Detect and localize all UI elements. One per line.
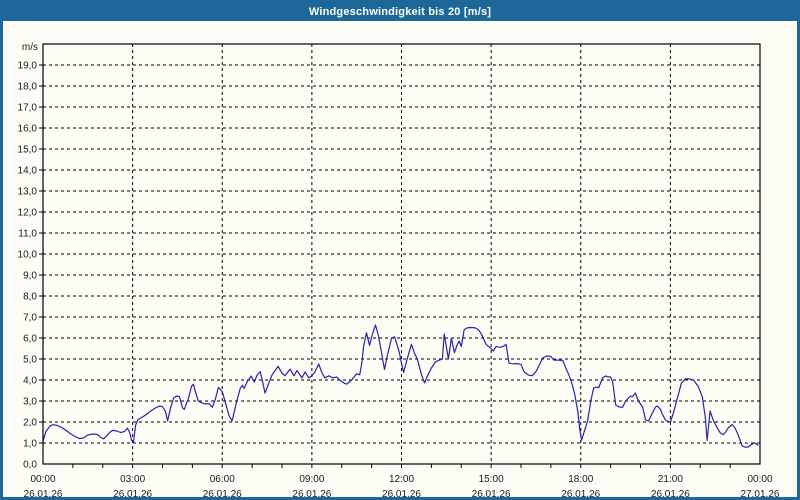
x-tick-date-label: 26.01.26 bbox=[561, 489, 600, 500]
x-tick-date-label: 26.01.26 bbox=[203, 489, 242, 500]
x-tick-time-label: 06:00 bbox=[210, 474, 235, 485]
y-tick-label: 7,0 bbox=[23, 313, 37, 324]
y-tick-label: 1,0 bbox=[23, 439, 37, 450]
x-tick-date-label: 26.01.26 bbox=[472, 489, 511, 500]
x-tick-date-label: 26.01.26 bbox=[651, 489, 690, 500]
y-tick-label: 12,0 bbox=[18, 208, 38, 219]
x-tick-time-label: 21:00 bbox=[658, 474, 683, 485]
y-tick-label: 6,0 bbox=[23, 334, 37, 345]
x-tick-date-label: 26.01.26 bbox=[113, 489, 152, 500]
y-tick-label: 4,0 bbox=[23, 376, 37, 387]
y-tick-label: 3,0 bbox=[23, 397, 37, 408]
app-window: Windgeschwindigkeit bis 20 [m/s] 0,0 1,0 2… bbox=[0, 0, 800, 500]
y-tick-label: 10,0 bbox=[18, 250, 38, 261]
axis-labels: 0,0 1,0 2,0 3,0 4,0 5,0 6,0 7,0 8,0 9,0 10,0 11,0 12… bbox=[18, 42, 780, 500]
series-lines bbox=[42, 324, 759, 448]
y-tick-label: 13,0 bbox=[18, 187, 38, 198]
wind-speed-line bbox=[42, 324, 759, 448]
y-axis-unit-label: m/s bbox=[22, 42, 38, 53]
wind-speed-chart: 0,0 1,0 2,0 3,0 4,0 5,0 6,0 7,0 8,0 9,0 10,0 11,0 12… bbox=[18, 42, 780, 500]
x-tick-date-label: 27.01.26 bbox=[741, 489, 780, 500]
x-tick-date-label: 26.01.26 bbox=[292, 489, 331, 500]
x-tick-date-label: 26.01.26 bbox=[382, 489, 421, 500]
y-tick-label: 17,0 bbox=[18, 103, 38, 114]
x-tick-date-label: 26.01.26 bbox=[24, 489, 63, 500]
y-tick-label: 0,0 bbox=[23, 460, 37, 471]
y-tick-label: 16,0 bbox=[18, 124, 38, 135]
y-tick-label: 8,0 bbox=[23, 292, 37, 303]
y-tick-label: 11,0 bbox=[18, 229, 37, 240]
x-tick-time-label: 00:00 bbox=[747, 474, 772, 485]
x-tick-time-label: 03:00 bbox=[120, 474, 145, 485]
x-tick-time-label: 00:00 bbox=[30, 474, 55, 485]
axis-ticks bbox=[39, 64, 731, 468]
gridlines bbox=[43, 44, 760, 464]
x-tick-time-label: 15:00 bbox=[479, 474, 504, 485]
y-tick-label: 2,0 bbox=[23, 418, 37, 429]
y-tick-label: 14,0 bbox=[18, 166, 38, 177]
x-tick-time-label: 09:00 bbox=[299, 474, 324, 485]
y-tick-label: 19,0 bbox=[18, 61, 38, 72]
chart-area: 0,0 1,0 2,0 3,0 4,0 5,0 6,0 7,0 8,0 9,0 10,0 11,0 12… bbox=[3, 3, 797, 497]
y-tick-label: 15,0 bbox=[18, 145, 38, 156]
y-tick-label: 18,0 bbox=[18, 82, 38, 93]
y-tick-label: 5,0 bbox=[23, 355, 37, 366]
y-tick-label: 9,0 bbox=[23, 271, 37, 282]
x-tick-time-label: 12:00 bbox=[389, 474, 414, 485]
x-tick-time-label: 18:00 bbox=[568, 474, 593, 485]
